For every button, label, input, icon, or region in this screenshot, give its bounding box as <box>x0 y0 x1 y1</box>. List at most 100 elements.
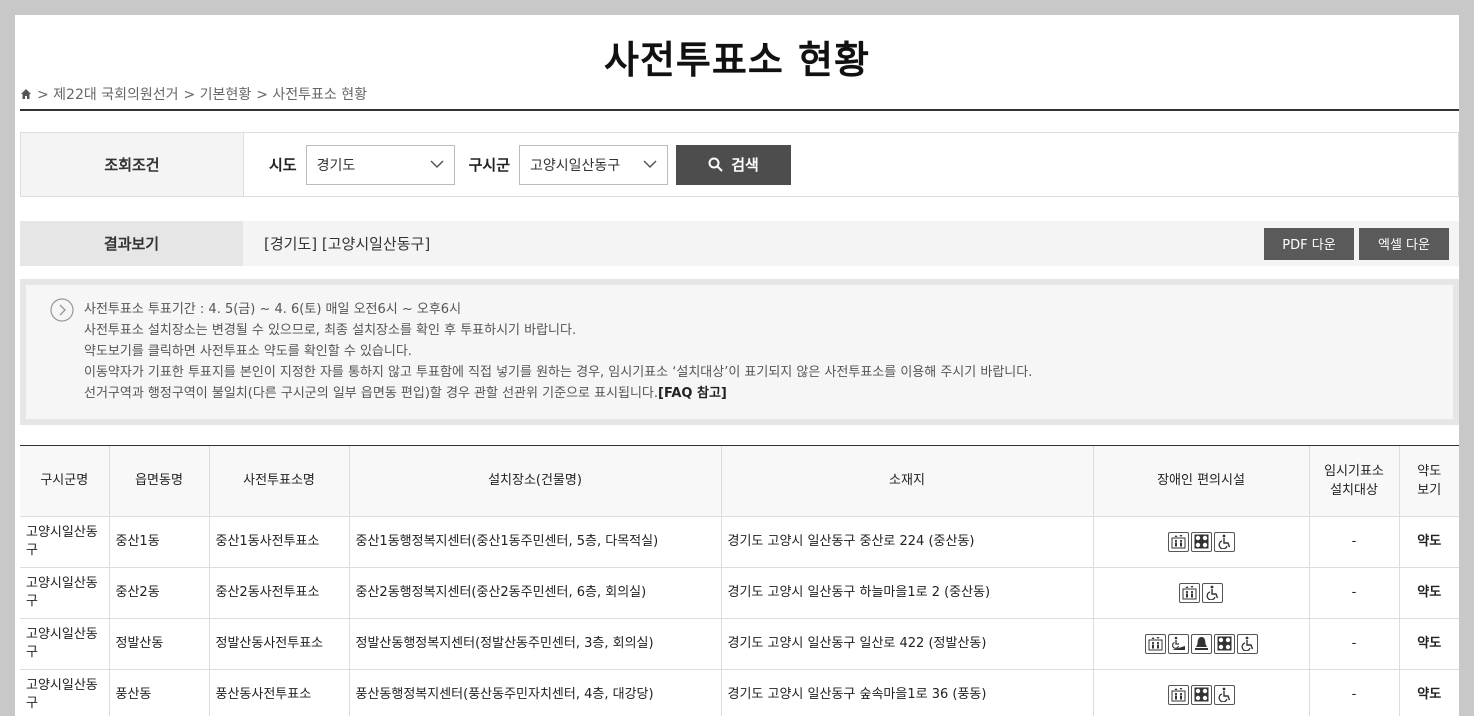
table-row: 고양시일산동구 풍산동 풍산동사전투표소 풍산동행정복지센터(풍산동주민자치센터, 4… <box>20 669 1459 716</box>
cell-gusigun: 고양시일산동구 <box>20 516 110 568</box>
col-header-map: 약도 보기 <box>1399 446 1459 517</box>
home-icon[interactable] <box>20 88 32 100</box>
result-bar: 결과보기 [경기도] [고양시일산동구] PDF 다운 엑셀 다운 <box>20 221 1459 266</box>
result-label: 결과보기 <box>20 221 243 266</box>
excel-download-button[interactable]: 엑셀 다운 <box>1359 227 1449 260</box>
cell-temp-booth: - <box>1309 618 1400 670</box>
bell-icon <box>1190 633 1212 654</box>
cell-facilities <box>1093 516 1310 568</box>
breadcrumb-basic-status[interactable]: > 기본현황 <box>184 84 252 104</box>
col-header-facilities: 장애인 편의시설 <box>1093 446 1310 517</box>
cell-eupmyeondong: 정발산동 <box>109 618 210 670</box>
table-row: 고양시일산동구 정발산동 정발산동사전투표소 정발산동행정복지센터(정발산동주민센터,… <box>20 618 1459 670</box>
col-header-station: 사전투표소명 <box>209 446 350 517</box>
result-text: [경기도] [고양시일산동구] <box>264 235 431 253</box>
elevator-icon <box>1167 684 1189 705</box>
map-link[interactable]: 약도 <box>1399 618 1459 670</box>
cell-temp-booth: - <box>1309 669 1400 716</box>
notice-line: 이동약자가 기표한 투표지를 본인이 지정한 자를 통하지 않고 투표함에 직접… <box>84 365 1033 380</box>
wheelchair-icon <box>1236 633 1258 654</box>
search-controls: 시도 경기도 구시군 고양시일산동구 검색 <box>244 133 792 196</box>
chevron-down-icon <box>430 159 444 168</box>
notice-line: 사전투표소 설치장소는 변경될 수 있으므로, 최종 설치장소를 확인 후 투표… <box>84 323 577 338</box>
search-panel: 조회조건 시도 경기도 구시군 고양시일산동구 검색 <box>20 132 1459 197</box>
map-link[interactable]: 약도 <box>1399 567 1459 619</box>
notice-box: 사전투표소 투표기간 : 4. 5(금) ~ 4. 6(토) 매일 오전6시 ~… <box>20 279 1459 425</box>
pdf-download-button[interactable]: PDF 다운 <box>1264 227 1354 260</box>
notice-content: 사전투표소 투표기간 : 4. 5(금) ~ 4. 6(토) 매일 오전6시 ~… <box>26 285 1453 419</box>
facility-icons <box>1167 684 1235 705</box>
facility-icons <box>1179 582 1223 603</box>
breadcrumb: > 제22대 국회의원선거 > 기본현황 > 사전투표소 현황 <box>20 84 367 104</box>
braille-block-icon <box>1190 531 1212 552</box>
notice-line: 사전투표소 투표기간 : 4. 5(금) ~ 4. 6(토) 매일 오전6시 ~… <box>84 302 462 317</box>
notice-line: 선거구역과 행정구역이 불일치(다른 구시군의 일부 읍면동 편입)할 경우 관… <box>84 383 1453 404</box>
gusigun-label: 구시군 <box>468 156 511 174</box>
cell-place: 중산2동행정복지센터(중산2동주민센터, 6층, 회의실) <box>349 567 722 619</box>
cell-temp-booth: - <box>1309 516 1400 568</box>
cell-facilities <box>1093 567 1310 619</box>
col-header-address: 소재지 <box>721 446 1094 517</box>
facility-icons <box>1144 633 1258 654</box>
col-header-gusigun: 구시군명 <box>20 446 110 517</box>
table-row: 고양시일산동구 중산2동 중산2동사전투표소 중산2동행정복지센터(중산2동주민센터,… <box>20 567 1459 619</box>
table-body: 고양시일산동구 중산1동 중산1동사전투표소 중산1동행정복지센터(중산1동주민센터,… <box>20 516 1459 716</box>
wheelchair-icon <box>1213 684 1235 705</box>
cell-gusigun: 고양시일산동구 <box>20 567 110 619</box>
cell-station: 정발산동사전투표소 <box>209 618 350 670</box>
cell-address: 경기도 고양시 일산동구 하늘마을1로 2 (중산동) <box>721 567 1094 619</box>
elevator-icon <box>1167 531 1189 552</box>
braille-block-icon <box>1213 633 1235 654</box>
cell-address: 경기도 고양시 일산동구 일산로 422 (정발산동) <box>721 618 1094 670</box>
gusigun-select-value: 고양시일산동구 <box>530 157 621 174</box>
cell-gusigun: 고양시일산동구 <box>20 618 110 670</box>
sido-select-value: 경기도 <box>316 157 356 174</box>
sido-label: 시도 <box>269 156 297 174</box>
col-header-temp-booth: 임시기표소 설치대상 <box>1309 446 1400 517</box>
cell-address: 경기도 고양시 일산동구 중산로 224 (중산동) <box>721 516 1094 568</box>
map-link[interactable]: 약도 <box>1399 669 1459 716</box>
search-condition-label: 조회조건 <box>21 133 244 196</box>
col-header-eupmyeondong: 읍면동명 <box>109 446 210 517</box>
map-link[interactable]: 약도 <box>1399 516 1459 568</box>
wheelchair-icon <box>1202 582 1223 603</box>
col-header-temp-booth-line2: 설치대상 <box>1330 482 1378 498</box>
cell-place: 정발산동행정복지센터(정발산동주민센터, 3층, 회의실) <box>349 618 722 670</box>
polling-station-table: 구시군명 읍면동명 사전투표소명 설치장소(건물명) 소재지 장애인 편의시설 … <box>20 446 1459 716</box>
cell-place: 풍산동행정복지센터(풍산동주민자치센터, 4층, 대강당) <box>349 669 722 716</box>
wheelchair-icon <box>1213 531 1235 552</box>
col-header-temp-booth-line1: 임시기표소 <box>1324 463 1384 479</box>
ramp-icon <box>1167 633 1189 654</box>
cell-facilities <box>1093 669 1310 716</box>
search-button-label: 검색 <box>731 156 759 174</box>
cell-eupmyeondong: 풍산동 <box>109 669 210 716</box>
cell-place: 중산1동행정복지센터(중산1동주민센터, 5층, 다목적실) <box>349 516 722 568</box>
cell-station: 중산1동사전투표소 <box>209 516 350 568</box>
cell-eupmyeondong: 중산1동 <box>109 516 210 568</box>
cell-gusigun: 고양시일산동구 <box>20 669 110 716</box>
elevator-icon <box>1179 582 1200 603</box>
notice-line: 약도보기를 클릭하면 사전투표소 약도를 확인할 수 있습니다. <box>84 344 412 359</box>
gusigun-select[interactable]: 고양시일산동구 <box>519 144 669 185</box>
facility-icons <box>1167 531 1235 552</box>
chevron-right-circle-icon <box>50 298 74 322</box>
cell-address: 경기도 고양시 일산동구 숲속마을1로 36 (풍동) <box>721 669 1094 716</box>
chevron-down-icon <box>643 159 657 168</box>
title-divider <box>20 109 1459 111</box>
breadcrumb-current: > 사전투표소 현황 <box>256 87 367 103</box>
page-title: 사전투표소 현황 <box>604 38 870 82</box>
col-header-map-line1: 약도 <box>1417 463 1442 479</box>
table-header-row: 구시군명 읍면동명 사전투표소명 설치장소(건물명) 소재지 장애인 편의시설 … <box>20 446 1459 517</box>
search-button[interactable]: 검색 <box>676 144 792 185</box>
table-row: 고양시일산동구 중산1동 중산1동사전투표소 중산1동행정복지센터(중산1동주민센터,… <box>20 516 1459 568</box>
breadcrumb-election[interactable]: > 제22대 국회의원선거 <box>37 84 179 104</box>
search-icon <box>708 157 723 172</box>
cell-temp-booth: - <box>1309 567 1400 619</box>
cell-facilities <box>1093 618 1310 670</box>
braille-block-icon <box>1190 684 1212 705</box>
notice-line-text: 선거구역과 행정구역이 불일치(다른 구시군의 일부 읍면동 편입)할 경우 관… <box>84 386 659 401</box>
elevator-icon <box>1144 633 1166 654</box>
col-header-place: 설치장소(건물명) <box>349 446 722 517</box>
sido-select[interactable]: 경기도 <box>305 144 455 185</box>
faq-link[interactable]: [FAQ 참고] <box>658 386 727 401</box>
